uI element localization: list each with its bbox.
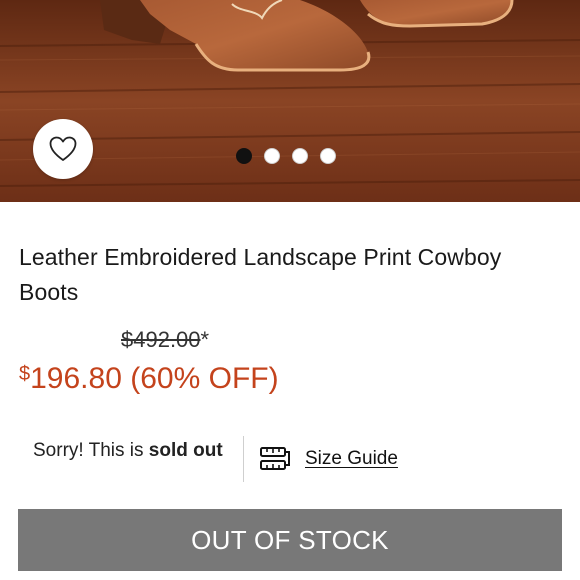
product-image bbox=[0, 0, 580, 202]
out-of-stock-button[interactable]: OUT OF STOCK bbox=[18, 509, 562, 571]
original-price-value: $492.00 bbox=[121, 327, 201, 352]
discount-label: (60% OFF) bbox=[130, 362, 279, 395]
sale-price: $196.80 (60% OFF) bbox=[19, 362, 279, 396]
availability-prefix: Sorry! This is bbox=[33, 440, 149, 461]
gallery-dot-4[interactable] bbox=[320, 148, 336, 164]
product-title: Leather Embroidered Landscape Print Cowb… bbox=[19, 244, 502, 305]
sale-amount: 196.80 bbox=[30, 362, 122, 395]
price-asterisk: * bbox=[200, 327, 210, 352]
original-price: $492.00* bbox=[121, 327, 209, 353]
favorite-button[interactable] bbox=[33, 119, 93, 179]
size-guide-link[interactable]: Size Guide bbox=[259, 446, 398, 472]
size-guide-label[interactable]: Size Guide bbox=[305, 448, 398, 470]
gallery-dot-2[interactable] bbox=[264, 148, 280, 164]
divider bbox=[243, 436, 244, 482]
gallery-pagination bbox=[236, 148, 336, 164]
availability-message: Sorry! This is sold out bbox=[33, 440, 223, 462]
product-image-gallery[interactable] bbox=[0, 0, 580, 202]
availability-status: sold out bbox=[148, 440, 223, 461]
ruler-icon bbox=[260, 447, 290, 470]
gallery-dot-1[interactable] bbox=[236, 148, 252, 164]
heart-outline-icon bbox=[49, 136, 77, 161]
sale-currency: $ bbox=[19, 363, 31, 385]
gallery-dot-3[interactable] bbox=[292, 148, 308, 164]
